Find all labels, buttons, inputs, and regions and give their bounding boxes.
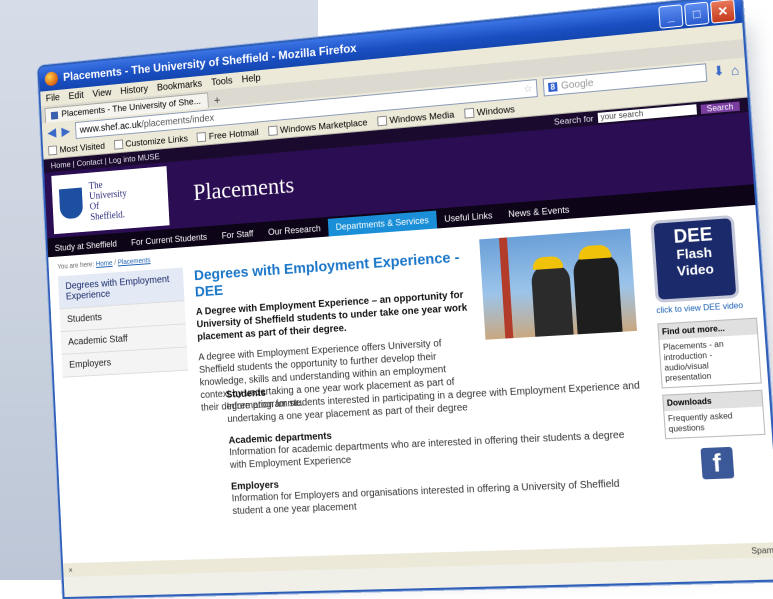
- back-arrow-icon[interactable]: ◀: [47, 125, 56, 141]
- search-placeholder: Google: [560, 77, 594, 92]
- status-bar: × Spam: [62, 542, 773, 577]
- spam-indicator[interactable]: Spam: [751, 545, 773, 555]
- download-icon[interactable]: ⬇: [713, 63, 726, 80]
- downloads-panel: Downloads Frequently asked questions: [662, 389, 766, 440]
- hard-hat-shape: [532, 255, 564, 270]
- close-button[interactable]: ✕: [710, 0, 736, 24]
- url-path: /placements/index: [141, 112, 215, 130]
- maximize-button[interactable]: □: [684, 1, 710, 27]
- minimize-button[interactable]: _: [658, 4, 684, 29]
- menu-edit[interactable]: Edit: [68, 90, 84, 102]
- dee-video-link[interactable]: click to view DEE video: [656, 300, 756, 316]
- bookmark-label: Windows: [476, 103, 516, 118]
- menu-file[interactable]: File: [46, 92, 61, 104]
- site-title: Placements: [192, 172, 295, 206]
- bookmark-icon: [113, 139, 123, 150]
- new-tab-button[interactable]: +: [208, 93, 226, 108]
- bookmark-free-hotmail[interactable]: Free Hotmail: [196, 126, 260, 143]
- bookmark-icon: [463, 107, 475, 119]
- construction-photo: [479, 228, 638, 340]
- crane-shape: [498, 237, 514, 339]
- hard-hat-shape: [577, 244, 612, 260]
- bookmark-icon: [267, 125, 278, 137]
- logo-line: Sheffield.: [90, 209, 126, 223]
- left-column: You are here: Home / Placements Degrees …: [49, 255, 195, 504]
- page-favicon-icon: [50, 111, 59, 120]
- bookmark-icon: [376, 115, 387, 127]
- site-search-button[interactable]: Search: [700, 100, 740, 114]
- menu-tools[interactable]: Tools: [211, 75, 233, 88]
- page-content: Home | Contact | Log into MUSE Search fo…: [43, 97, 773, 577]
- breadcrumb-prefix: You are here:: [57, 261, 95, 271]
- forward-arrow-icon[interactable]: ▶: [61, 124, 70, 140]
- star-icon[interactable]: ☆: [523, 83, 533, 95]
- bookmark-windows[interactable]: Windows: [463, 103, 516, 119]
- facebook-icon[interactable]: f: [699, 446, 734, 480]
- menu-view[interactable]: View: [92, 87, 111, 99]
- university-logo[interactable]: The University Of Sheffield.: [51, 166, 170, 235]
- menu-help[interactable]: Help: [241, 72, 261, 84]
- browser-window: Placements - The University of Sheffield…: [37, 0, 773, 599]
- home-icon[interactable]: ⌂: [730, 62, 739, 78]
- side-navigation: Degrees with Employment Experience Stude…: [57, 267, 189, 378]
- google-icon: 8: [548, 81, 558, 92]
- site-search-label: Search for: [553, 113, 594, 127]
- bookmark-label: Free Hotmail: [208, 126, 260, 142]
- person-shape: [572, 251, 623, 335]
- firefox-icon: [44, 70, 59, 87]
- bookmark-most-visited[interactable]: Most Visited: [48, 141, 105, 156]
- right-column: DEE Flash Video click to view DEE video …: [650, 214, 768, 481]
- dee-video-button[interactable]: DEE Flash Video: [650, 214, 740, 303]
- person-shape: [530, 263, 574, 337]
- url-host: www.shef.ac.uk: [79, 119, 142, 136]
- nav-staff[interactable]: For Staff: [214, 224, 261, 245]
- bookmark-label: Windows Media: [389, 109, 455, 126]
- menu-history[interactable]: History: [120, 83, 148, 96]
- bookmark-label: Most Visited: [59, 140, 106, 155]
- find-out-panel: Find out more... Placements - an introdu…: [657, 317, 762, 389]
- find-out-link[interactable]: Placements - an introduction - audio/vis…: [659, 334, 760, 387]
- bookmark-icon: [196, 131, 207, 143]
- faq-link[interactable]: Frequently asked questions: [664, 407, 764, 439]
- crest-icon: [58, 187, 84, 220]
- breadcrumb-home-link[interactable]: Home: [96, 260, 113, 268]
- status-close-icon[interactable]: ×: [68, 565, 73, 574]
- bookmark-icon: [48, 145, 58, 156]
- logo-text: The University Of Sheffield.: [89, 178, 129, 223]
- breadcrumb-current-link[interactable]: Placements: [118, 257, 151, 266]
